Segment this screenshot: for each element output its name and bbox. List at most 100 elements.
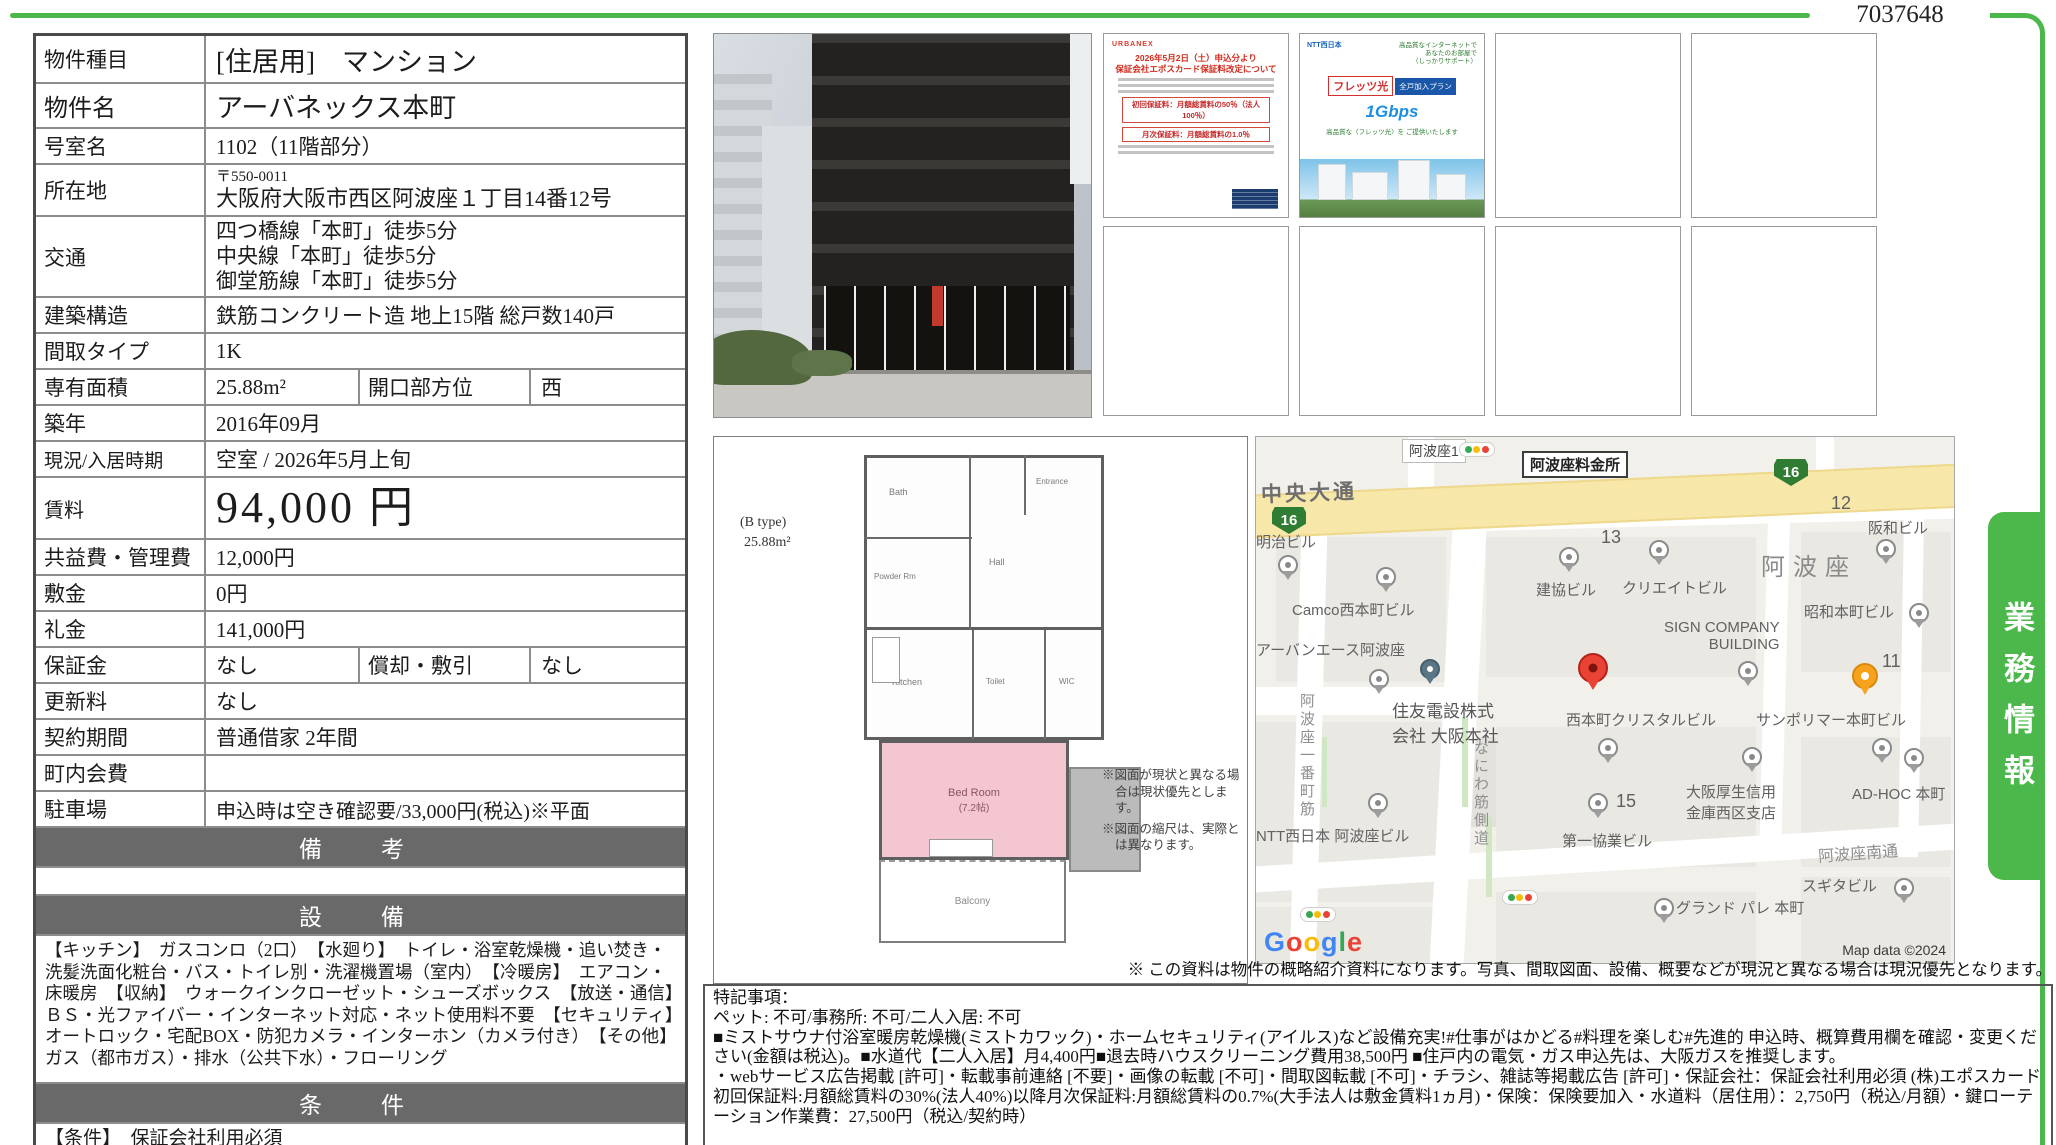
row-value: 141,000円 <box>206 612 685 646</box>
room-label: WIC <box>1059 677 1075 686</box>
road-median <box>1322 737 1327 807</box>
map-label: アーバンエース阿波座 <box>1256 639 1405 660</box>
row-label: 償却・敷引 <box>360 648 531 682</box>
jouken-header: 条 件 <box>36 1082 685 1122</box>
background-building <box>762 126 814 356</box>
guarantee-rate-box1: 初回保証料：月額総賃料の50％（法人100％） <box>1122 97 1270 123</box>
row-value: 申込時は空き確認要/33,000円(税込)※平面 <box>206 792 685 826</box>
poi-pin <box>1876 539 1896 559</box>
poi-pin <box>1909 603 1929 623</box>
row-value: 1K <box>206 334 685 368</box>
google-logo-letter: g <box>1321 927 1339 957</box>
text-line <box>1118 151 1274 154</box>
plan-notes: ※図面が現状と異なる場合は現状優先とします。 ※図面の縮尺は、実際とは異なります… <box>1102 767 1244 858</box>
access-line: 中央線「本町」徒歩5分 <box>216 244 675 269</box>
row-value: 鉄筋コンクリート造 地上15階 総戸数140戸 <box>206 298 685 332</box>
table-row: 駐車場 申込時は空き確認要/33,000円(税込)※平面 <box>36 790 685 826</box>
row-value: 2016年09月 <box>206 406 685 440</box>
building-silhouette <box>1318 164 1346 200</box>
plan-wall <box>1024 455 1026 515</box>
green-tagline: 高品質な〈フレッツ光〉を ご提供いたします <box>1307 126 1477 136</box>
awaza1-label-box: 阿波座1 <box>1402 439 1466 463</box>
map-label: 13 <box>1601 527 1621 548</box>
special-notes-box: 特記事項： ペット: 不可/事務所: 不可/二人入居: 不可 ■ミストサウナ付浴… <box>703 984 2053 1145</box>
building-edge <box>1070 34 1091 184</box>
plan-note: ※図面の縮尺は、実際とは異なります。 <box>1102 821 1244 854</box>
notes-line: ペット: 不可/事務所: 不可/二人入居: 不可 <box>713 1008 2043 1028</box>
google-logo-letter: l <box>1339 927 1348 957</box>
row-value: 普通借家 2年間 <box>206 720 685 754</box>
map-label: 西本町クリスタルビル <box>1566 709 1716 730</box>
map-label: サンポリマー本町ビル <box>1756 709 1906 730</box>
row-label: 町内会費 <box>36 756 206 790</box>
row-label: 専有面積 <box>36 370 206 404</box>
flyer-title-line1: 2026年5月2日（土）申込分より <box>1112 53 1280 64</box>
bedroom-size: (7.2帖) <box>959 799 990 814</box>
floor-plan: (B type) 25.88m² Bath Powder Rm Hall Ent… <box>713 436 1248 984</box>
poi-pin <box>1654 898 1674 918</box>
map-label: なにわ筋側道 <box>1470 740 1491 848</box>
gyomu-joho-tab[interactable]: 業務情報 <box>1988 512 2045 880</box>
table-row: 現況/入居時期 空室 / 2026年5月上旬 <box>36 440 685 476</box>
row-label: 礼金 <box>36 612 206 646</box>
table-row: 保証金 なし 償却・敷引 なし <box>36 646 685 682</box>
row-label: 保証金 <box>36 648 206 682</box>
thumbnail-epos-flyer: URBANEX 2026年5月2日（土）申込分より 保証会社エポスカード保証料改… <box>1103 33 1289 218</box>
google-logo-letter: o <box>1286 927 1304 957</box>
thumbnail-empty <box>1299 226 1485 416</box>
poi-pin <box>1369 669 1389 689</box>
text-line <box>1118 145 1274 148</box>
row-value: アーバネックス本町 <box>206 84 685 127</box>
balcony: Balcony <box>879 860 1066 943</box>
room-label: Powder Rm <box>874 572 916 581</box>
table-row: 共益費・管理費 12,000円 <box>36 538 685 574</box>
notes-line: ・webサービス広告掲載 [許可]・転載事前連絡 [不要]・画像の転載 [不可]… <box>713 1067 2043 1126</box>
traffic-light-icon <box>1502 890 1538 905</box>
room-label: Entrance <box>1036 477 1068 486</box>
thumbnail-empty <box>1691 33 1877 218</box>
map-label: グランド パレ 本町 <box>1676 897 1804 918</box>
balcony-label: Balcony <box>955 896 991 907</box>
poi-pin <box>1742 747 1762 767</box>
row-value: 空室 / 2026年5月上旬 <box>206 442 685 476</box>
thumbnail-empty <box>1691 226 1877 416</box>
property-table: 物件種目 [住居用] マンション 物件名 アーバネックス本町 号室名 1102（… <box>33 33 688 1145</box>
map-label: SIGN COMPANY BUILDING <box>1664 619 1780 653</box>
speed-label: 1Gbps <box>1307 102 1477 122</box>
address-text: 大阪府大阪市西区阿波座１丁目14番12号 <box>216 186 675 211</box>
jouken-content: 【条件】 保証会社利用必須 <box>36 1122 685 1145</box>
frame-corner <box>1990 13 2045 73</box>
property-pin <box>1578 653 1608 683</box>
map-label: 12 <box>1831 493 1851 514</box>
table-row: 更新料 なし <box>36 682 685 718</box>
map-label: 第一協業ビル <box>1562 830 1652 851</box>
notes-title: 特記事項： <box>713 988 2043 1008</box>
row-value: なし <box>206 648 360 682</box>
flyer-photo-strip <box>1300 159 1484 217</box>
row-label: 物件種目 <box>36 36 206 82</box>
row-value: [住居用] マンション <box>206 36 685 82</box>
row-label: 所在地 <box>36 165 206 215</box>
map-label: 11 <box>1882 651 1901 672</box>
plan-note: ※図面が現状と異なる場合は現状優先とします。 <box>1102 767 1244 817</box>
poi-pin <box>1894 878 1914 898</box>
guarantee-rate-box2: 月次保証料：月額総賃料の1.0％ <box>1122 127 1270 142</box>
setsubi-content: 【キッチン】 ガスコンロ（2口） 【水廻り】 トイレ・浴室乾燥機・追い焚き・洗髪… <box>36 934 685 1082</box>
plan-wall <box>1044 630 1046 740</box>
poi-pin <box>1376 567 1396 587</box>
table-row: 物件種目 [住居用] マンション <box>36 36 685 82</box>
poi-pin <box>1649 540 1669 560</box>
map-label: NTT西日本 阿波座ビル <box>1256 825 1409 846</box>
setsubi-header: 設 備 <box>36 894 685 934</box>
map-label: 明治ビル <box>1256 531 1316 552</box>
map-label: 阿波座 <box>1761 547 1857 582</box>
table-row: 建築構造 鉄筋コンクリート造 地上15階 総戸数140戸 <box>36 296 685 332</box>
disclaimer-text: ※ この資料は物件の概略紹介資料になります。写真、間取図面、設備、概要などが現況… <box>700 956 2052 980</box>
map-label: 中央大通 <box>1261 475 1358 508</box>
flets-badge: フレッツ光 全戸加入プラン <box>1307 76 1477 96</box>
entrance-glass <box>824 286 1070 372</box>
row-value: なし <box>531 648 685 682</box>
map-label: 大阪厚生信用 金庫西区支店 <box>1686 781 1776 823</box>
building-silhouette <box>1352 172 1388 200</box>
flets-hikari-label: フレッツ光 <box>1328 76 1393 96</box>
